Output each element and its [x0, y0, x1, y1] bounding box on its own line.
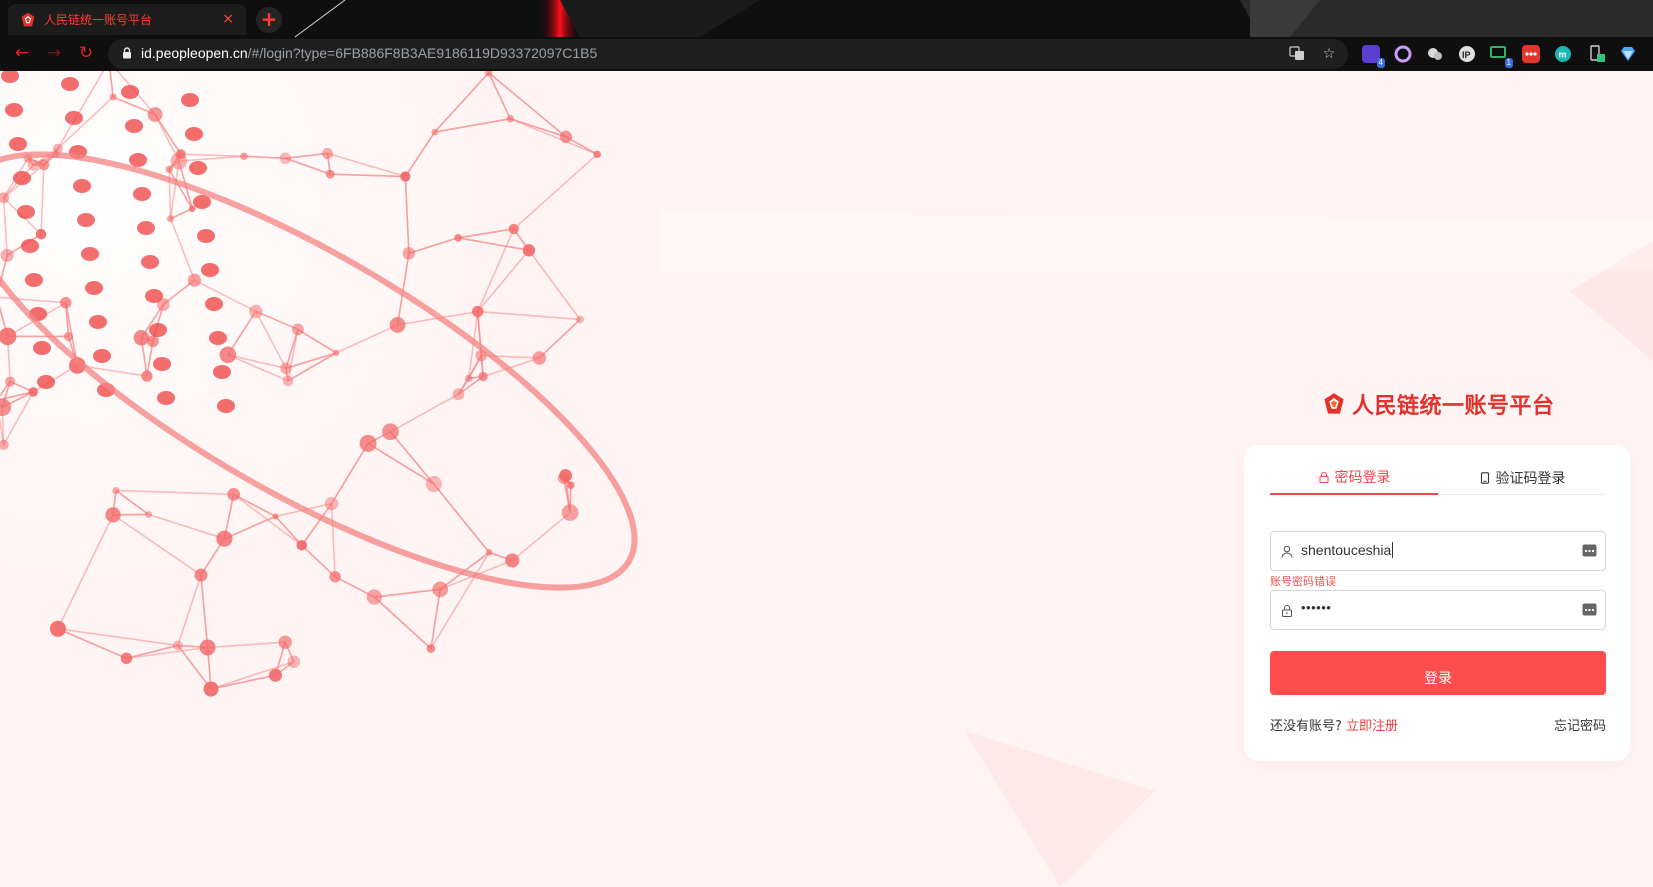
- password-input[interactable]: ••••••: [1270, 590, 1606, 630]
- tab-code-login[interactable]: 验证码登录: [1438, 461, 1606, 495]
- login-error-message: 账号密码错误: [1270, 575, 1336, 588]
- login-button[interactable]: 登录: [1270, 651, 1606, 695]
- extension-icon-circle[interactable]: [1394, 45, 1412, 63]
- brand-header: 人民链统一账号平台: [1322, 388, 1555, 420]
- username-value: shentouceshia: [1301, 542, 1392, 558]
- new-tab-button[interactable]: +: [256, 7, 282, 33]
- register-link[interactable]: 立即注册: [1346, 719, 1398, 734]
- forgot-password-link[interactable]: 忘记密码: [1554, 715, 1606, 734]
- tab-password-login[interactable]: 密码登录: [1270, 461, 1438, 495]
- extension-icon-screen[interactable]: 1: [1490, 45, 1513, 68]
- extension-icon-1[interactable]: 4: [1362, 45, 1385, 68]
- site-logo-icon: [21, 12, 35, 26]
- username-value-wrap: shentouceshia: [1301, 542, 1394, 558]
- browser-chrome: 人民链统一账号平台 × + ← → ↻ id.peopleopen.cn/#/l…: [0, 0, 1653, 71]
- extension-icon-diamond[interactable]: [1619, 45, 1637, 63]
- reload-icon[interactable]: ↻: [74, 41, 98, 65]
- back-arrow-icon[interactable]: ←: [10, 41, 34, 65]
- password-value: ••••••: [1301, 600, 1332, 615]
- tab-title: 人民链统一账号平台: [44, 13, 153, 27]
- lock-icon: [123, 47, 131, 59]
- star-icon[interactable]: ☆: [1320, 45, 1338, 63]
- url-text: id.peopleopen.cn/#/login?type=6FB886F8B3…: [141, 45, 597, 61]
- lock-icon: [1318, 471, 1329, 483]
- lock-icon: [1282, 605, 1292, 617]
- brand-logo-icon: [1324, 393, 1344, 414]
- url-host: id.peopleopen.cn: [141, 45, 248, 61]
- login-tabs: 密码登录 验证码登录: [1270, 461, 1606, 495]
- keyboard-autofill-icon[interactable]: [1582, 543, 1597, 558]
- tab-password-label: 密码登录: [1334, 470, 1391, 486]
- url-path: /#/login?type=6FB886F8B3AE9186119D933720…: [247, 45, 598, 61]
- tab-close-icon[interactable]: ×: [222, 11, 234, 27]
- extension-icon-m[interactable]: m: [1554, 45, 1572, 63]
- user-icon: [1281, 545, 1293, 558]
- phone-icon: [1480, 472, 1489, 484]
- tab-code-label: 验证码登录: [1495, 471, 1566, 487]
- login-page: 人民链统一账号平台 密码登录 验证码登录 shentouceshia 账号密码错…: [0, 71, 1653, 887]
- keyboard-autofill-icon[interactable]: [1582, 602, 1597, 617]
- text-caret: [1392, 542, 1394, 558]
- no-account-text: 还没有账号?: [1270, 719, 1342, 734]
- username-input[interactable]: shentouceshia: [1270, 531, 1606, 571]
- extension-icon-chat[interactable]: [1426, 45, 1444, 63]
- translate-icon[interactable]: [1288, 45, 1306, 63]
- extension-icon-phone[interactable]: [1588, 45, 1606, 63]
- extension-icon-ip[interactable]: IP: [1458, 45, 1476, 63]
- login-card: 密码登录 验证码登录 shentouceshia 账号密码错误 •••••• 登…: [1244, 445, 1630, 761]
- login-footer: 还没有账号? 立即注册 忘记密码: [1270, 715, 1606, 734]
- extension-count-badge: 1: [1504, 58, 1513, 68]
- svg-text:m: m: [1559, 50, 1567, 60]
- platform-title: 人民链统一账号平台: [1352, 394, 1555, 419]
- extension-icon-dots[interactable]: [1522, 45, 1540, 63]
- address-bar[interactable]: id.peopleopen.cn/#/login?type=6FB886F8B3…: [108, 39, 1348, 69]
- extension-badge: 4: [1376, 58, 1385, 68]
- browser-toolbar: ← → ↻ id.peopleopen.cn/#/login?type=6FB8…: [0, 37, 1653, 71]
- svg-text:IP: IP: [1462, 50, 1471, 60]
- browser-tab[interactable]: 人民链统一账号平台 ×: [8, 4, 246, 35]
- forward-arrow-icon[interactable]: →: [42, 41, 66, 65]
